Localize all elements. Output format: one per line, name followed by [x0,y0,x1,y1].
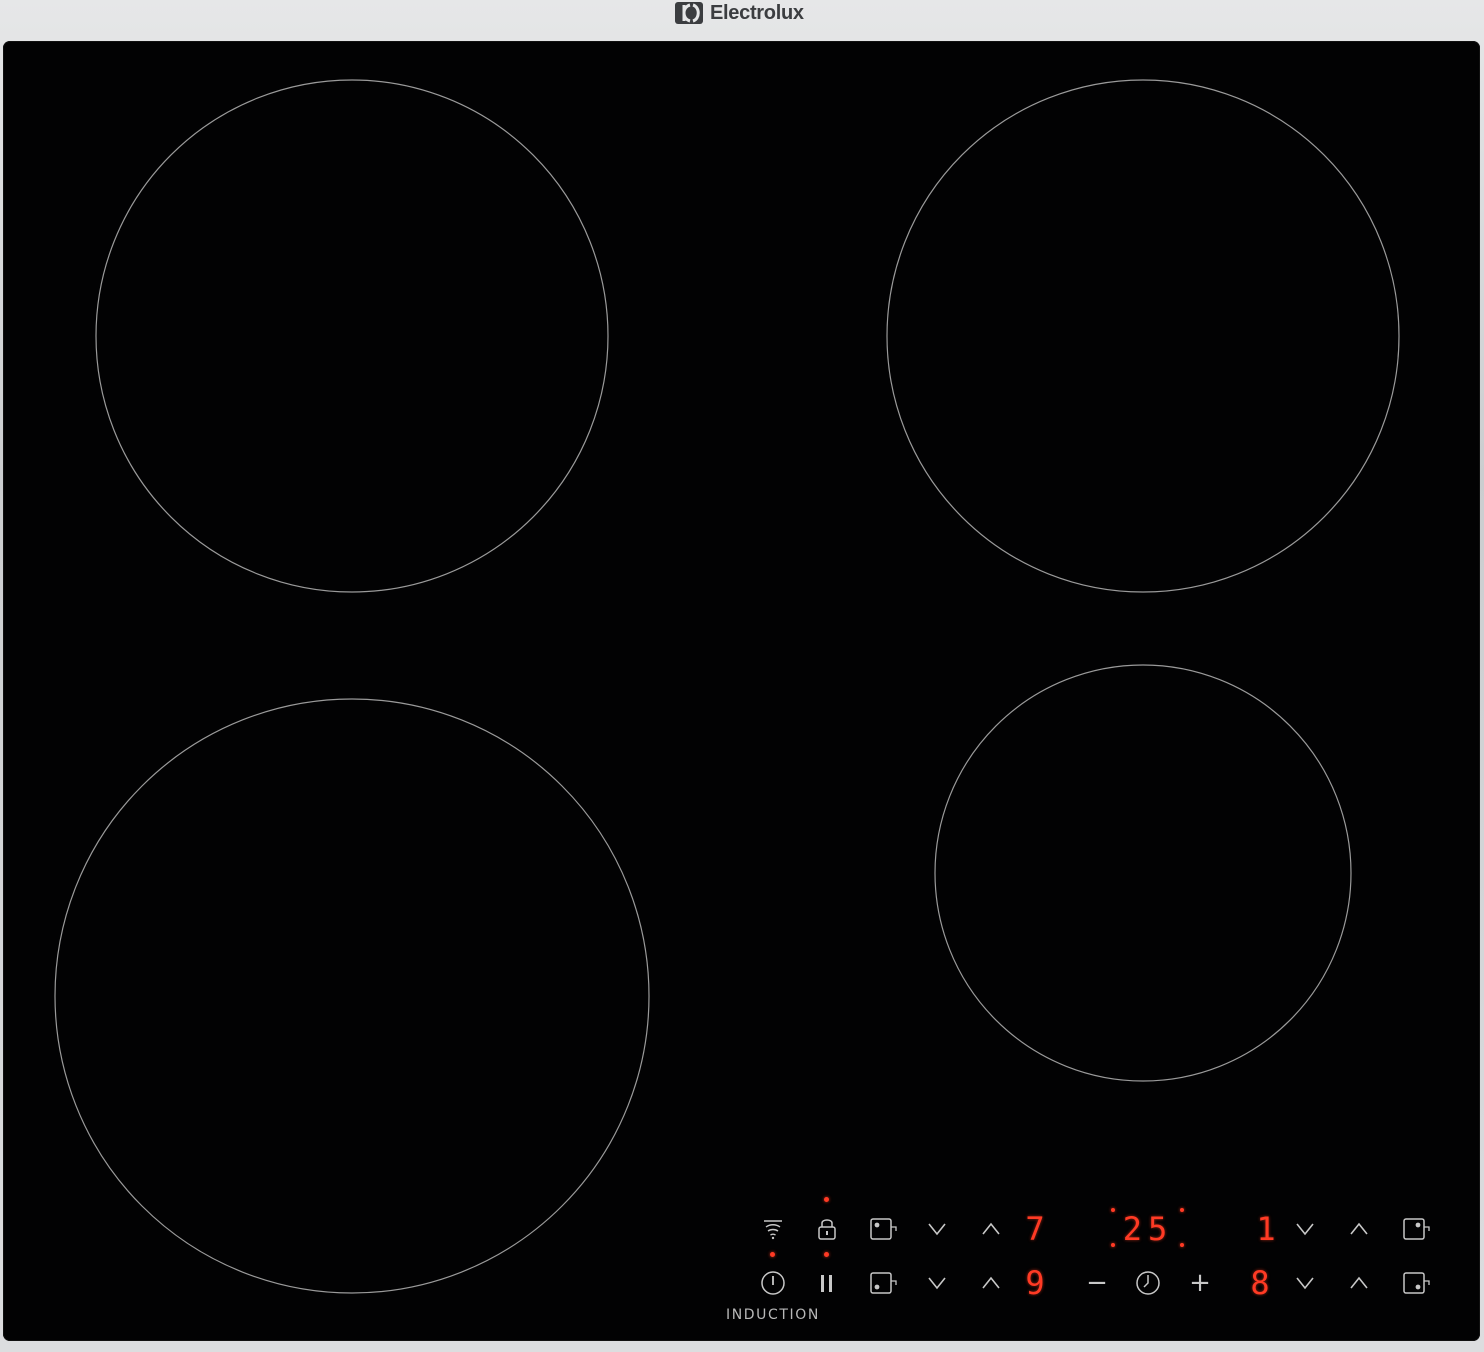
chevron-down-icon [928,1223,946,1236]
induction-label: INDUCTION [726,1307,820,1323]
rear-right-zone-select-button[interactable] [1397,1209,1437,1249]
power-button[interactable] [753,1263,793,1303]
chevron-down-icon [1296,1277,1314,1290]
timer-minus-button[interactable]: − [1077,1263,1117,1303]
chevron-up-icon [982,1276,1000,1289]
control-panel: 7 25 1 9 − + 8 INDUCTION [0,0,1484,1352]
chevron-up-icon [1350,1222,1368,1235]
cooktop-frame: Electrolux 7 25 1 9 − + 8 INDUCTION [0,0,1484,1352]
timer-button[interactable] [1128,1263,1168,1303]
zone-select-icon [870,1218,897,1240]
front-left-level-display: 9 [1025,1264,1047,1302]
plus-label: + [1189,1268,1211,1298]
rear-left-level-display: 7 [1025,1210,1047,1248]
power-icon [761,1271,785,1295]
front-left-increase-button[interactable] [971,1263,1011,1303]
front-right-zone-select-button[interactable] [1397,1263,1437,1303]
timer-display: 25 [1122,1210,1174,1248]
timer-plus-button[interactable]: + [1180,1263,1220,1303]
pause-icon [821,1275,832,1292]
timer-zone-led-front-left [1111,1243,1115,1247]
rear-right-increase-button[interactable] [1339,1209,1379,1249]
zone-select-icon [1403,1218,1430,1240]
rear-left-increase-button[interactable] [971,1209,1011,1249]
chevron-down-icon [1296,1223,1314,1236]
pause-indicator-led [824,1252,829,1257]
timer-zone-led-rear-right [1180,1208,1184,1212]
timer-zone-led-front-right [1180,1243,1184,1247]
zone-select-icon [870,1272,897,1294]
rear-left-zone-select-button[interactable] [864,1209,904,1249]
front-left-decrease-button[interactable] [917,1263,957,1303]
front-left-zone-select-button[interactable] [864,1263,904,1303]
lock-icon [818,1219,836,1240]
minus-label: − [1086,1268,1108,1298]
hob2hood-button[interactable] [753,1209,793,1249]
rear-right-level-display: 1 [1256,1210,1278,1248]
pause-button[interactable] [807,1263,847,1303]
hob2hood-icon [764,1220,782,1240]
timer-icon [1136,1271,1160,1295]
lock-indicator-led [824,1197,829,1202]
front-right-increase-button[interactable] [1339,1263,1379,1303]
timer-zone-led-rear-left [1111,1208,1115,1212]
zone-select-icon [1403,1272,1430,1294]
rear-left-decrease-button[interactable] [917,1209,957,1249]
hob2hood-indicator-led [770,1252,775,1257]
rear-right-decrease-button[interactable] [1285,1209,1325,1249]
chevron-up-icon [1350,1276,1368,1289]
front-right-level-display: 8 [1250,1264,1272,1302]
chevron-down-icon [928,1277,946,1290]
front-right-decrease-button[interactable] [1285,1263,1325,1303]
lock-button[interactable] [807,1209,847,1249]
chevron-up-icon [982,1222,1000,1235]
